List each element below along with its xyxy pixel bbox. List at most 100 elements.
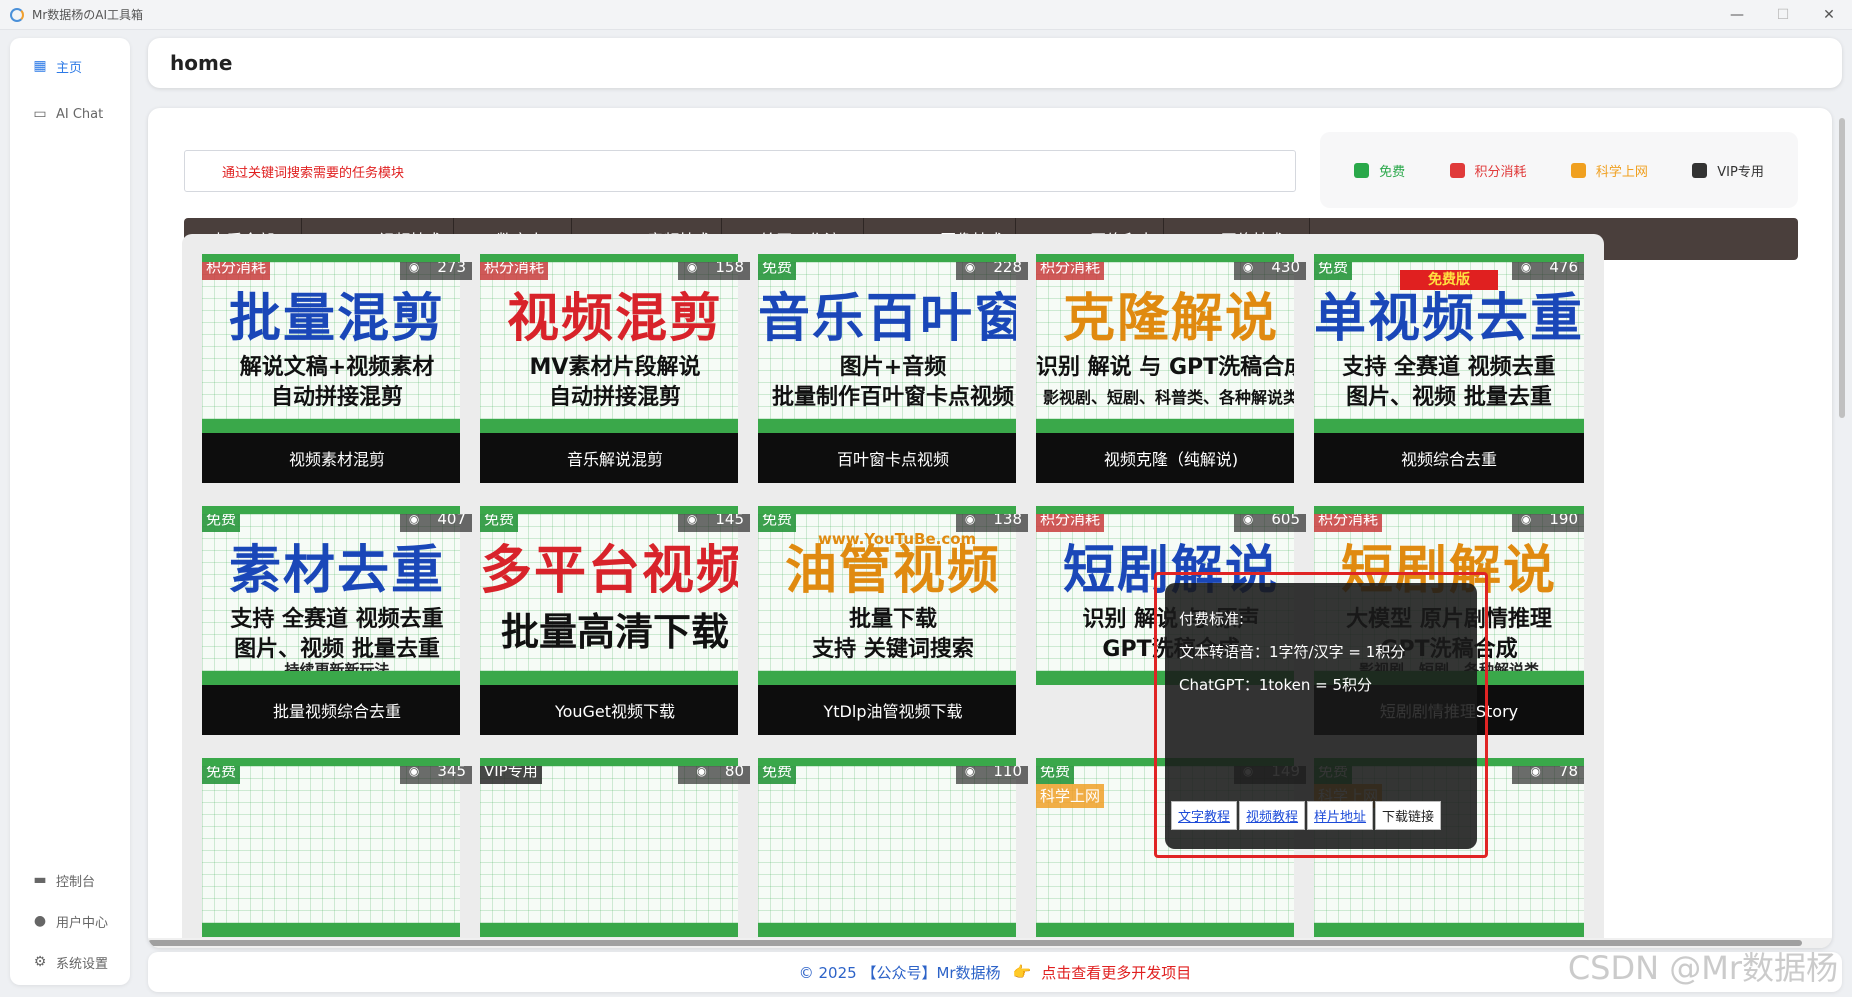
module-card[interactable]: 免费 ◉ 345: [182, 738, 492, 948]
grid-icon: ▦: [33, 58, 47, 74]
thumbnail-subtitle: 批量高清下载: [500, 610, 729, 654]
thumbnail-subtitle: 图片+音频: [839, 355, 947, 380]
search-input[interactable]: 通过关键词搜索需要的任务模块: [184, 150, 1296, 192]
module-card[interactable]: 免费 ◉ 110: [738, 738, 1048, 948]
eye-icon: ◉: [696, 764, 707, 778]
thumbnail-url-text: www.YouTuBe.com: [818, 530, 977, 548]
module-card[interactable]: VIP专用 ◉ 80: [460, 738, 770, 948]
module-card[interactable]: 积分消耗 ◉ 158 视频混剪 MV素材片段解说 自动拼接混剪 音乐解说混剪: [460, 234, 770, 512]
sidebar-item-home[interactable]: ▦ 主页: [10, 48, 130, 84]
pricing-tooltip: 付费标准: 文本转语音：1字符/汉字 = 1积分 ChatGPT：1token …: [1165, 583, 1477, 849]
thumbnail-note: 持续更新新玩法: [284, 661, 390, 679]
module-card[interactable]: 免费 ◉ 407 素材去重 支持 全赛道 视频去重 图片、视频 批量去重 持续更新新玩法 批量…: [182, 486, 492, 764]
access-badge: 免费: [758, 262, 797, 280]
access-badge: 免费: [202, 514, 241, 532]
gear-icon: ⚙: [33, 954, 47, 970]
module-title[interactable]: 批量视频综合去重: [202, 685, 472, 735]
sidebar-item-console[interactable]: ▬ 控制台: [10, 862, 130, 898]
thumbnail-subtitle-2: 自动拼接混剪: [270, 385, 403, 410]
close-icon[interactable]: ✕: [1806, 0, 1852, 30]
legend-label: 积分消耗: [1474, 164, 1527, 180]
view-count: ◉ 190: [1512, 510, 1584, 532]
video-tutorial-link[interactable]: 视频教程: [1239, 801, 1306, 830]
sidebar-item-label: 控制台: [56, 874, 96, 890]
popup-link-group: 文字教程 视频教程 样片地址 下载链接: [1171, 801, 1443, 830]
module-card[interactable]: 积分消耗 ◉ 273 批量混剪 解说文稿+视频素材 自动拼接混剪 视频素材混剪: [182, 234, 492, 512]
thumbnail-subtitle: 识别 解说 与 GPT洗稿合成: [1036, 355, 1306, 380]
thumbnail-subtitle: MV素材片段解说: [529, 355, 701, 380]
thumbnail-headline: 多平台视频: [480, 541, 750, 601]
thumbnail-headline: 油管视频: [784, 541, 1001, 601]
sidebar: ▦ 主页 ▭ AI Chat ▬ 控制台 ● 用户中心 ⚙ 系统设置: [10, 38, 130, 985]
module-title[interactable]: 视频克隆（纯解说): [1036, 433, 1306, 483]
pricing-tts: 文本转语音：1字符/汉字 = 1积分: [1179, 643, 1406, 661]
module-thumbnail: VIP专用 ◉ 80: [480, 758, 750, 937]
module-thumbnail: 免费 ◉ 407 素材去重 支持 全赛道 视频去重 图片、视频 批量去重 持续更新新玩法: [202, 506, 472, 685]
eye-icon: ◉: [408, 260, 420, 274]
sidebar-item-ai-chat[interactable]: ▭ AI Chat: [10, 96, 130, 132]
access-badge: 积分消耗: [202, 262, 271, 280]
thumbnail-headline: 单视频去重: [1314, 289, 1584, 349]
vertical-scrollbar[interactable]: [1838, 108, 1846, 948]
copyright-text[interactable]: © 2025 【公众号】Mr数据杨: [799, 962, 1001, 983]
eye-icon: ◉: [1520, 512, 1532, 526]
eye-icon: ◉: [964, 764, 976, 778]
module-thumbnail: 积分消耗 ◉ 158 视频混剪 MV素材片段解说 自动拼接混剪: [480, 254, 750, 433]
module-title[interactable]: 视频素材混剪: [202, 433, 472, 483]
thumbnail-subtitle: 支持 全赛道 视频去重: [1342, 355, 1556, 380]
sidebar-item-label: AI Chat: [56, 106, 104, 122]
sidebar-item-settings[interactable]: ⚙ 系统设置: [10, 944, 130, 980]
module-title[interactable]: 视频综合去重: [1314, 433, 1584, 483]
chat-icon: ▭: [33, 106, 47, 122]
eye-icon: ◉: [964, 512, 976, 526]
sidebar-item-user-center[interactable]: ● 用户中心: [10, 903, 130, 939]
module-card[interactable]: 积分消耗 ◉ 430 克隆解说 识别 解说 与 GPT洗稿合成 影视剧、短剧、科普类、各种…: [1016, 234, 1326, 512]
module-card[interactable]: 免费 ◉ 145 多平台视频 批量高清下载 YouGet视频下载: [460, 486, 770, 764]
view-count: ◉ 78: [1512, 766, 1584, 784]
module-card[interactable]: 免费 ◉ 228 音乐百叶窗 图片+音频 批量制作百叶窗卡点视频 百叶窗卡点视频: [738, 234, 1048, 512]
legend-swatch: [1354, 162, 1370, 178]
access-badge: 免费: [758, 514, 797, 532]
module-thumbnail: 免费 ◉ 228 音乐百叶窗 图片+音频 批量制作百叶窗卡点视频: [758, 254, 1028, 433]
legend-item-vip: VIP专用: [1692, 161, 1764, 180]
eye-icon: ◉: [408, 512, 420, 526]
access-badge: 免费: [480, 514, 519, 532]
sample-link[interactable]: 样片地址: [1307, 801, 1374, 830]
window-title: Mr数据杨のAI工具箱: [32, 8, 144, 22]
pricing-chatgpt: ChatGPT：1token = 5积分: [1179, 676, 1373, 694]
module-card[interactable]: 免费 ◉ 138 www.YouTuBe.com 油管视频 批量下载 支持 关键词搜索 YtD…: [738, 486, 1048, 764]
legend-label: 科学上网: [1595, 164, 1648, 180]
module-title[interactable]: 音乐解说混剪: [480, 433, 750, 483]
legend: 免费 积分消耗 科学上网 VIP专用: [1320, 132, 1798, 208]
module-title[interactable]: YtDlp油管视频下载: [758, 685, 1028, 735]
thumbnail-subtitle: 批量下载: [848, 607, 937, 632]
legend-item-points: 积分消耗: [1449, 161, 1527, 180]
module-thumbnail: 积分消耗 ◉ 273 批量混剪 解说文稿+视频素材 自动拼接混剪: [202, 254, 472, 433]
module-title[interactable]: 百叶窗卡点视频: [758, 433, 1028, 483]
text-tutorial-link[interactable]: 文字教程: [1171, 801, 1238, 830]
access-badge: 积分消耗: [480, 262, 549, 280]
thumbnail-subtitle-2: 支持 关键词搜索: [812, 637, 974, 662]
thumbnail-subtitle-2: 影视剧、短剧、科普类、各种解说类: [1042, 388, 1299, 407]
eye-icon: ◉: [686, 260, 698, 274]
ribbon-label: 免费版: [1400, 270, 1498, 290]
maximize-icon[interactable]: ☐: [1760, 0, 1806, 30]
module-thumbnail: 积分消耗 ◉ 430 克隆解说 识别 解说 与 GPT洗稿合成 影视剧、短剧、科普类、各种…: [1036, 254, 1306, 433]
eye-icon: ◉: [1242, 260, 1254, 274]
page-title: home: [170, 51, 233, 75]
view-count-value: 190: [1549, 510, 1578, 528]
module-thumbnail: 免费 ◉ 110: [758, 758, 1028, 937]
download-link[interactable]: 下载链接: [1375, 801, 1442, 830]
access-badge: 免费: [758, 766, 797, 784]
access-badge: 积分消耗: [1036, 262, 1105, 280]
view-count: ◉ 476: [1512, 262, 1584, 280]
thumbnail-headline: 视频混剪: [506, 289, 723, 349]
legend-label: 免费: [1379, 164, 1406, 180]
legend-item-free: 免费: [1354, 161, 1405, 180]
thumbnail-subtitle-2: 批量制作百叶窗卡点视频: [771, 385, 1014, 410]
module-card[interactable]: 免费 ◉ 476 免费版 单视频去重 支持 全赛道 视频去重 图片、视频 批量去重 视频综合去…: [1294, 234, 1604, 512]
module-thumbnail: 免费 ◉ 138 www.YouTuBe.com 油管视频 批量下载 支持 关键词搜索: [758, 506, 1028, 685]
module-title[interactable]: YouGet视频下载: [480, 685, 750, 735]
more-projects-link[interactable]: 点击查看更多开发项目: [1041, 962, 1191, 983]
minimize-icon[interactable]: —: [1714, 0, 1760, 30]
